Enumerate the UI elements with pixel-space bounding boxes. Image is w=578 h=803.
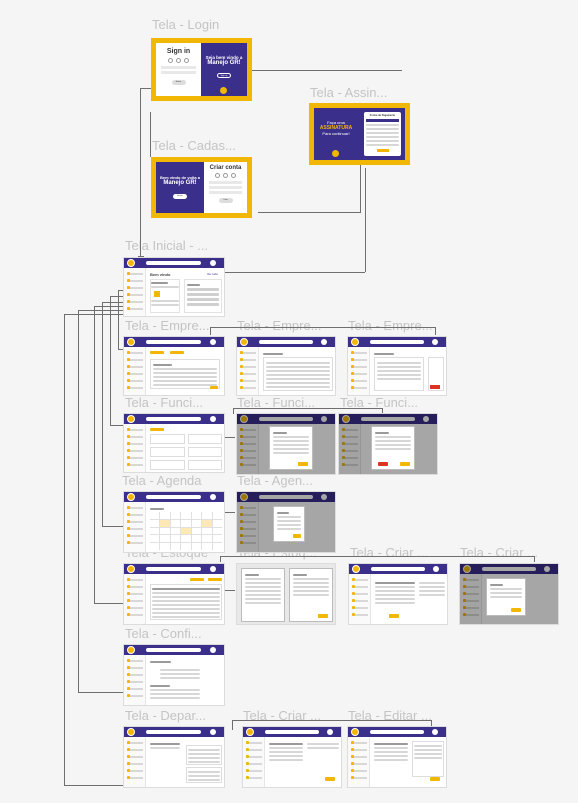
social-icons bbox=[156, 58, 201, 63]
payment-header-bar bbox=[366, 119, 399, 122]
logo-icon bbox=[127, 259, 135, 267]
func-edit-modal bbox=[371, 426, 415, 470]
cadastro-frame: Bem vindo de volta a Manejo GR! Entrar C… bbox=[151, 157, 252, 218]
assinatura-panel: Faça uma ASSINATURA Para continuar! Form… bbox=[314, 108, 405, 160]
cadastro-welcome-panel: Bem vindo de volta a Manejo GR! Entrar bbox=[156, 162, 204, 213]
agenda-modal bbox=[273, 506, 305, 542]
criar-depar-screen bbox=[242, 726, 342, 788]
frame-label-empresa-1: Tela - Empre... bbox=[125, 318, 210, 333]
login-welcome-panel: Seja bem vindo a Manejo GR! Sign up bbox=[201, 43, 247, 96]
connector-login-to-assinatura bbox=[252, 70, 402, 71]
email-field[interactable] bbox=[209, 186, 242, 189]
sidebar bbox=[124, 268, 146, 316]
connector-inicial-to-assinatura-v bbox=[365, 168, 366, 272]
frame-label-agenda-2: Tela - Agen... bbox=[237, 473, 313, 488]
frame-label-func-1: Tela - Funci... bbox=[125, 395, 204, 410]
config-screen bbox=[123, 644, 225, 706]
empresa-screen-2 bbox=[236, 336, 336, 396]
payment-title: Forma de Pagamento bbox=[369, 114, 396, 117]
frame-label-agenda-1: Tela - Agenda bbox=[122, 473, 202, 488]
assinatura-line-3: Para continuar! bbox=[322, 131, 350, 136]
chart-icon bbox=[154, 291, 160, 297]
search-input[interactable] bbox=[146, 261, 201, 265]
frame-label-login: Tela - Login bbox=[152, 17, 220, 32]
login-brand: Manejo GR! bbox=[207, 60, 241, 66]
password-field[interactable] bbox=[161, 71, 196, 74]
name-field[interactable] bbox=[209, 181, 242, 184]
login-form-panel: Sign in Entrar bbox=[156, 43, 201, 96]
top-bar bbox=[124, 258, 224, 268]
connector-estoque-1-2 bbox=[225, 590, 235, 591]
criar-modal bbox=[486, 578, 526, 616]
connector-agenda-1-2 bbox=[225, 512, 235, 513]
signin-button[interactable]: Entrar bbox=[171, 80, 186, 85]
func-modal bbox=[269, 426, 313, 470]
cadastro-form-panel: Criar conta Criar bbox=[204, 162, 247, 213]
connector-inicial-to-assinatura bbox=[225, 272, 365, 273]
linkedin-icon[interactable] bbox=[184, 58, 189, 63]
agenda-screen-1 bbox=[123, 491, 225, 553]
connector-menu-departamento bbox=[64, 314, 123, 786]
criar-screen-2 bbox=[459, 563, 559, 625]
estoque-screen-1 bbox=[123, 563, 225, 625]
facebook-icon[interactable] bbox=[168, 58, 173, 63]
empresa-screen-1 bbox=[123, 336, 225, 396]
connector-func-1-2 bbox=[225, 437, 235, 438]
connector-login-to-cadastro bbox=[150, 112, 151, 157]
ver-tudo-link[interactable]: Ver tudo bbox=[207, 272, 218, 276]
login-title: Sign in bbox=[166, 48, 191, 55]
criar-screen-1 bbox=[348, 563, 448, 625]
frame-label-depar: Tela - Depar... bbox=[125, 708, 206, 723]
linkedin-icon[interactable] bbox=[231, 173, 236, 178]
frame-label-cadastro: Tela - Cadas... bbox=[152, 138, 236, 153]
signup-button[interactable]: Sign up bbox=[217, 73, 231, 78]
cadastro-brand: Manejo GR! bbox=[163, 180, 197, 186]
assinatura-frame: Faça uma ASSINATURA Para continuar! Form… bbox=[309, 103, 410, 165]
empresa-screen-3 bbox=[347, 336, 447, 396]
inicial-screen: Bem vindo Ver tudo bbox=[123, 257, 225, 317]
assinatura-cta: Faça uma ASSINATURA Para continuar! bbox=[317, 120, 355, 136]
google-icon[interactable] bbox=[176, 58, 181, 63]
task-list bbox=[184, 279, 222, 313]
payment-card: Forma de Pagamento bbox=[364, 112, 401, 156]
google-icon[interactable] bbox=[223, 173, 228, 178]
pay-button[interactable] bbox=[376, 149, 389, 152]
cadastro-signin-button[interactable]: Entrar bbox=[173, 194, 187, 199]
summary-card bbox=[150, 279, 180, 313]
connector-assinatura-down bbox=[360, 165, 361, 213]
password-field[interactable] bbox=[209, 191, 242, 194]
facebook-icon[interactable] bbox=[215, 173, 220, 178]
email-field[interactable] bbox=[161, 66, 196, 69]
connector-empresa-top bbox=[210, 327, 436, 335]
login-frame: Sign in Entrar Seja bem vindo a Manejo G… bbox=[151, 38, 252, 101]
estoque-screen-2 bbox=[236, 563, 336, 625]
estoque-form-left bbox=[241, 568, 285, 622]
create-account-button[interactable]: Criar bbox=[218, 198, 233, 203]
connector-estoque-top bbox=[220, 556, 535, 562]
logo-icon bbox=[220, 87, 227, 94]
avatar[interactable] bbox=[210, 260, 216, 266]
frame-label-config: Tela - Confi... bbox=[125, 626, 202, 641]
func-screen-1 bbox=[123, 413, 225, 473]
editar-depar-screen bbox=[347, 726, 447, 788]
connector-cadastro-to-assinatura bbox=[258, 212, 361, 213]
design-canvas: Tela - Login Tela - Assin... Tela - Cada… bbox=[0, 0, 578, 803]
cadastro-social-icons bbox=[204, 173, 247, 178]
cadastro-title: Criar conta bbox=[209, 165, 242, 171]
func-screen-2 bbox=[236, 413, 336, 475]
frame-label-inicial: Tela Inicial - ... bbox=[125, 238, 209, 253]
inicial-main: Bem vindo Ver tudo bbox=[150, 272, 222, 313]
frame-label-assinatura: Tela - Assin... bbox=[310, 85, 388, 100]
agenda-screen-2 bbox=[236, 491, 336, 553]
depar-screen bbox=[123, 726, 225, 788]
logo-icon bbox=[332, 150, 339, 157]
estoque-form-right bbox=[289, 568, 333, 622]
func-screen-3 bbox=[338, 413, 438, 475]
calendar-grid bbox=[150, 512, 222, 550]
